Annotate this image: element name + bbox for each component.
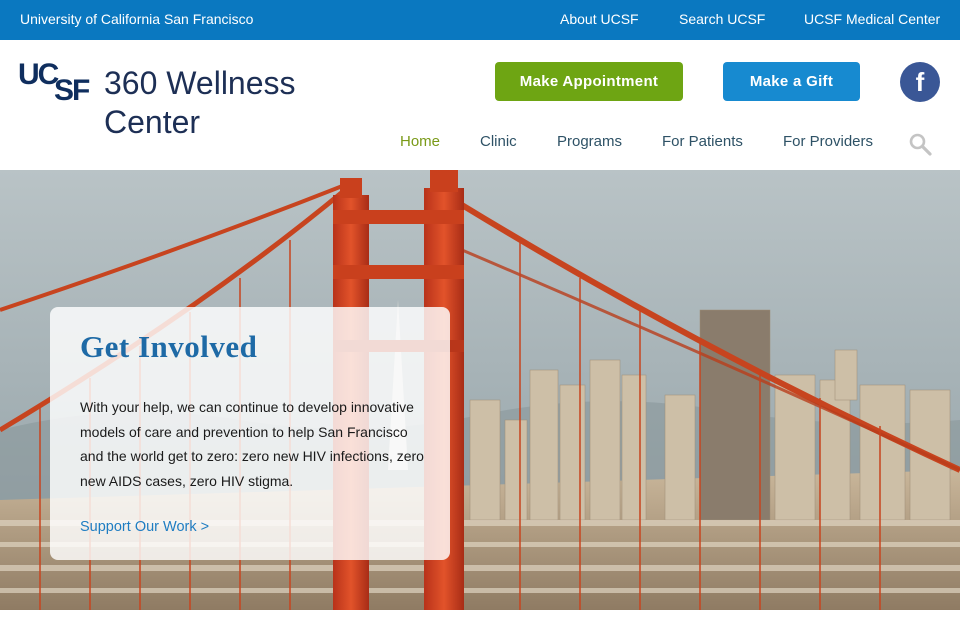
university-link[interactable]: University of California San Francisco <box>20 11 253 27</box>
nav-clinic[interactable]: Clinic <box>480 133 517 150</box>
logo-text-top: UC <box>18 58 59 91</box>
facebook-icon[interactable]: f <box>900 62 940 102</box>
nav-programs[interactable]: Programs <box>557 133 622 150</box>
logo-text-bottom: SF <box>54 74 90 107</box>
card-title: Get Involved <box>80 329 258 364</box>
main-nav: Home Clinic Programs For Patients For Pr… <box>0 133 960 155</box>
site-title[interactable]: 360 Wellness Center <box>104 64 344 142</box>
utility-bar: University of California San Francisco A… <box>0 0 960 40</box>
make-gift-button[interactable]: Make a Gift <box>723 62 860 101</box>
nav-for-providers[interactable]: For Providers <box>783 133 873 150</box>
about-ucsf-link[interactable]: About UCSF <box>560 11 639 27</box>
card-body: With your help, we can continue to devel… <box>80 399 424 489</box>
nav-for-patients[interactable]: For Patients <box>662 133 743 150</box>
facebook-glyph: f <box>915 66 925 97</box>
search-ucsf-link[interactable]: Search UCSF <box>679 11 765 27</box>
search-icon[interactable] <box>908 132 932 156</box>
support-our-work-link[interactable]: Support Our Work > <box>80 519 209 535</box>
make-appointment-button[interactable]: Make Appointment <box>495 62 683 101</box>
nav-home[interactable]: Home <box>400 133 440 150</box>
ucsf-logo[interactable]: UC SF <box>18 58 96 107</box>
hero-banner: Get Involved With your help, we can cont… <box>0 170 960 610</box>
get-involved-card: Get Involved With your help, we can cont… <box>50 307 450 560</box>
site-header: UC SF 360 Wellness Center Make Appointme… <box>0 40 960 170</box>
page-bottom <box>0 610 960 640</box>
medical-center-link[interactable]: UCSF Medical Center <box>804 11 940 27</box>
